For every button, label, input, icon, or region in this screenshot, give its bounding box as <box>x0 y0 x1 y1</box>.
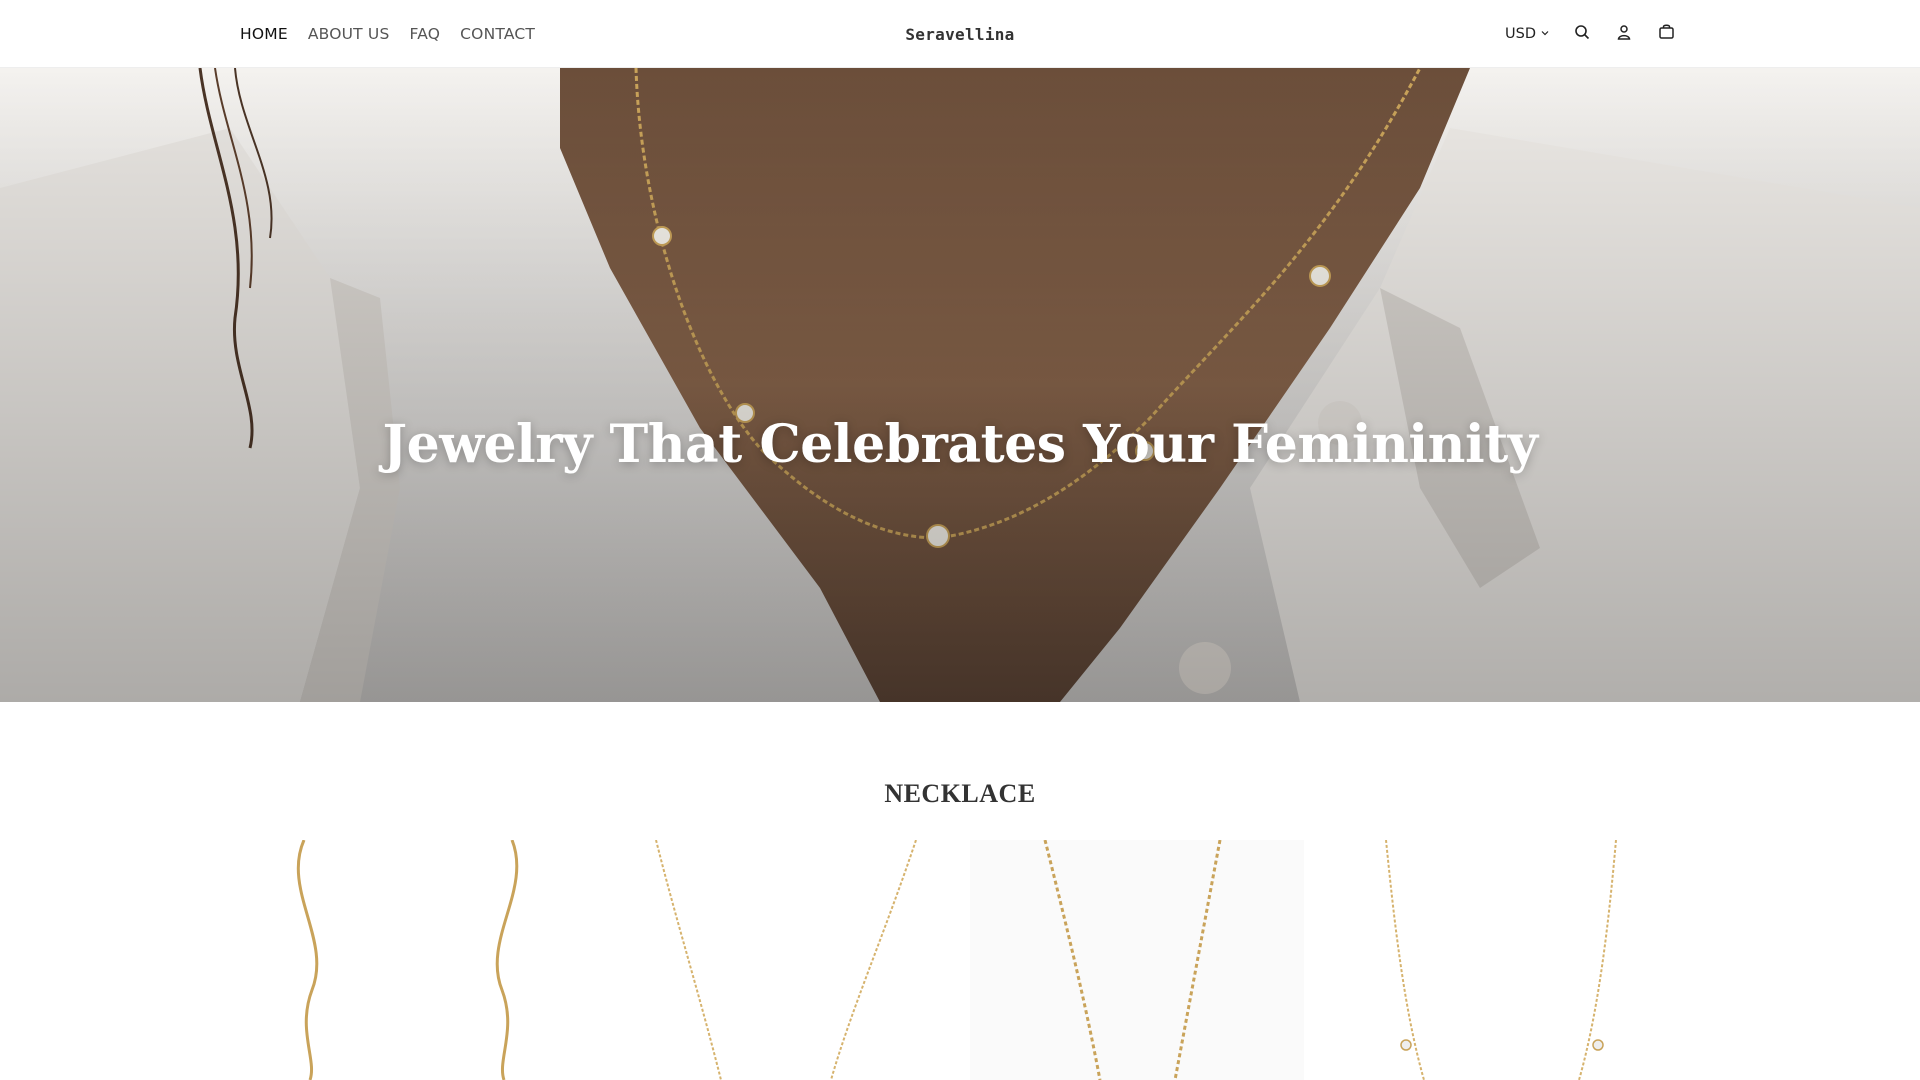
currency-selector[interactable]: USD <box>1505 26 1550 42</box>
nav-contact-link[interactable]: CONTACT <box>460 25 535 43</box>
product-card[interactable] <box>616 840 950 1080</box>
cart-button[interactable] <box>1656 24 1676 44</box>
site-logo[interactable]: Seravellina <box>905 25 1014 44</box>
section-title: NECKLACE <box>884 779 1036 808</box>
chevron-down-icon <box>1540 26 1550 42</box>
nav-home-link[interactable]: HOME <box>240 25 288 43</box>
product-card[interactable] <box>1324 840 1658 1080</box>
search-icon <box>1574 24 1590 45</box>
site-header: HOME ABOUT US FAQ CONTACT Seravellina US… <box>0 0 1920 68</box>
product-image <box>970 840 1304 1080</box>
bag-icon <box>1658 23 1675 45</box>
currency-label: USD <box>1505 26 1536 42</box>
product-image <box>296 840 519 1080</box>
hero-image <box>0 68 1920 702</box>
user-icon <box>1616 24 1632 45</box>
product-image <box>1385 840 1617 1080</box>
hero-banner: Jewelry That Celebrates Your Femininity <box>0 68 1920 702</box>
product-card[interactable] <box>262 840 596 1080</box>
account-button[interactable] <box>1614 24 1634 44</box>
product-image <box>655 840 917 1080</box>
nav-about-link[interactable]: ABOUT US <box>308 25 390 43</box>
header-tools: USD <box>1505 0 1676 68</box>
product-grid <box>262 840 1658 1080</box>
main-nav: HOME ABOUT US FAQ CONTACT <box>240 0 535 68</box>
hero-title: Jewelry That Celebrates Your Femininity <box>382 414 1538 475</box>
product-card[interactable] <box>970 840 1304 1080</box>
search-button[interactable] <box>1572 24 1592 44</box>
nav-faq-link[interactable]: FAQ <box>410 25 441 43</box>
